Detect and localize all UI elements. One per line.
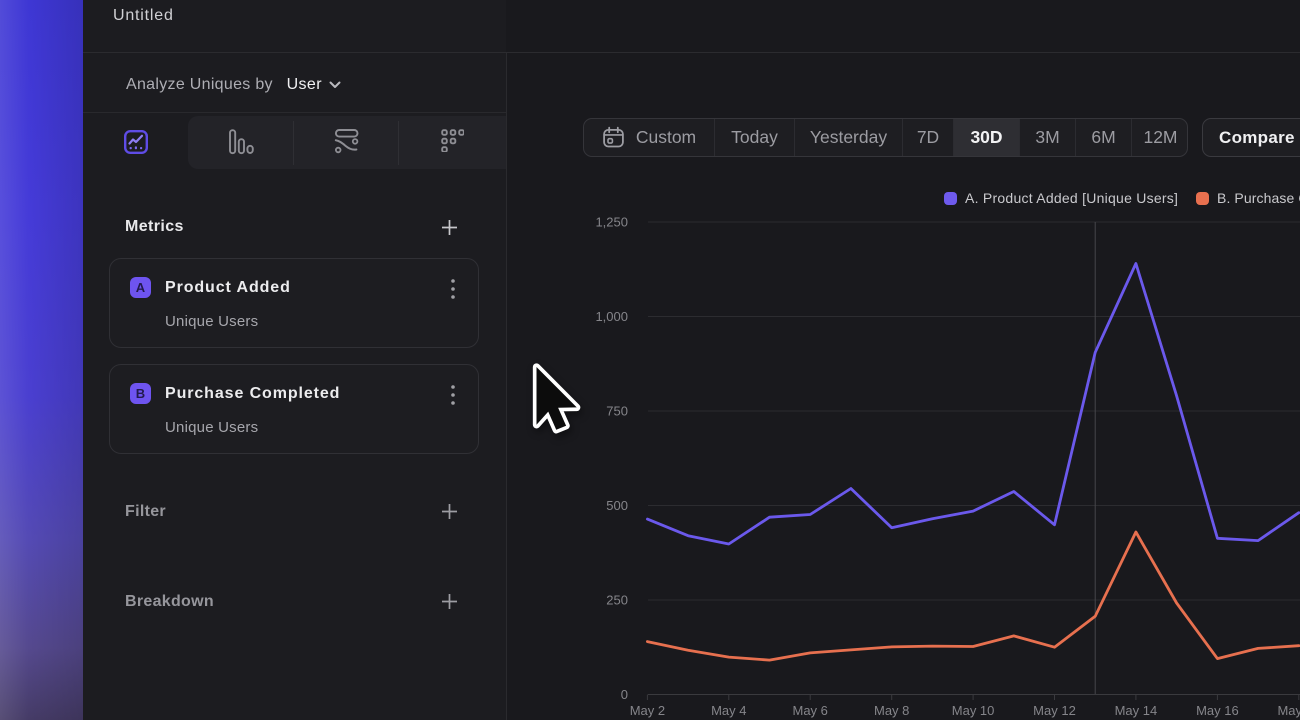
svg-text:750: 750 [606, 404, 628, 419]
svg-text:May 14: May 14 [1115, 703, 1158, 718]
svg-text:May 6: May 6 [792, 703, 827, 718]
svg-text:500: 500 [606, 498, 628, 513]
svg-text:0: 0 [621, 687, 628, 702]
svg-text:1,000: 1,000 [595, 309, 628, 324]
svg-text:May 18: May 18 [1277, 703, 1300, 718]
svg-text:May 8: May 8 [874, 703, 909, 718]
svg-text:250: 250 [606, 593, 628, 608]
svg-text:May 2: May 2 [630, 703, 665, 718]
svg-text:May 16: May 16 [1196, 703, 1239, 718]
svg-text:May 12: May 12 [1033, 703, 1076, 718]
svg-text:May 10: May 10 [952, 703, 995, 718]
svg-text:May 4: May 4 [711, 703, 746, 718]
svg-text:1,250: 1,250 [595, 215, 628, 230]
